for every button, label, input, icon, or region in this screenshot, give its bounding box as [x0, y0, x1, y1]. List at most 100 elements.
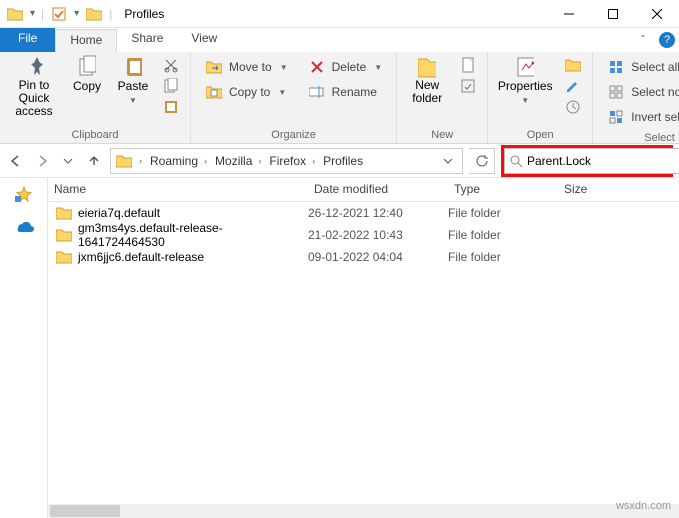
help-button[interactable]: ? — [655, 28, 679, 52]
help-icon: ? — [659, 32, 675, 48]
address-dropdown-icon[interactable] — [438, 156, 458, 166]
item-type: File folder — [448, 206, 558, 220]
crumb-sep-root[interactable]: › — [135, 156, 146, 166]
paste-shortcut-icon[interactable] — [162, 98, 180, 116]
qat-dropdown-icon[interactable]: ▾ — [30, 8, 35, 19]
history-icon[interactable] — [564, 98, 582, 116]
tab-view[interactable]: View — [177, 28, 231, 52]
clipboard-group-label: Clipboard — [6, 127, 184, 143]
open-icon[interactable] — [564, 56, 582, 74]
refresh-button[interactable] — [469, 148, 495, 174]
address-bar[interactable]: › Roaming› Mozilla› Firefox› Profiles — [110, 148, 463, 174]
column-type[interactable]: Type — [448, 178, 558, 201]
column-date[interactable]: Date modified — [308, 178, 448, 201]
checkbox-icon[interactable] — [50, 5, 68, 23]
item-type: File folder — [448, 250, 558, 264]
copy-path-icon[interactable] — [162, 77, 180, 95]
search-input[interactable] — [527, 149, 679, 173]
search-highlight: ✕ — [501, 145, 673, 177]
item-date: 21-02-2022 10:43 — [308, 228, 448, 242]
qat-separator2: | — [109, 7, 112, 21]
open-group-label: Open — [494, 127, 586, 143]
organize-group-label: Organize — [197, 127, 390, 143]
forward-button[interactable] — [32, 151, 52, 171]
properties-icon — [516, 58, 534, 76]
quick-access-star-icon[interactable] — [15, 186, 33, 204]
crumb-profiles[interactable]: Profiles — [321, 154, 365, 168]
select-all-button[interactable]: Select all — [603, 56, 679, 78]
main-area: Name Date modified Type Size eieria7q.de… — [0, 178, 679, 518]
item-name: jxm6jjc6.default-release — [78, 250, 204, 264]
ribbon-group-select: Select all Select none Invert selection … — [593, 52, 679, 143]
window-title: Profiles — [118, 7, 547, 21]
navigation-pane[interactable] — [0, 178, 48, 518]
folder-icon — [56, 250, 72, 264]
move-to-button[interactable]: Move to▼ — [201, 56, 292, 78]
scrollbar-thumb[interactable] — [50, 505, 120, 517]
collapse-ribbon-button[interactable]: ˆ — [631, 28, 655, 52]
delete-button[interactable]: Delete▼ — [304, 56, 387, 78]
folder-icon — [56, 228, 72, 242]
item-date: 09-01-2022 04:04 — [308, 250, 448, 264]
maximize-button[interactable] — [591, 0, 635, 28]
copy-icon — [78, 58, 96, 76]
up-button[interactable] — [84, 151, 104, 171]
paste-icon — [124, 58, 142, 76]
invert-selection-button[interactable]: Invert selection — [603, 106, 679, 128]
file-list-pane: Name Date modified Type Size eieria7q.de… — [48, 178, 679, 518]
item-type: File folder — [448, 228, 558, 242]
list-item[interactable]: gm3ms4ys.default-release-1641724464530 2… — [48, 224, 679, 246]
easy-access-icon[interactable] — [459, 77, 477, 95]
new-folder-label: New folder — [409, 79, 445, 105]
ribbon: Pin to Quick access Copy Paste ▼ Clipboa… — [0, 52, 679, 144]
select-none-label: Select none — [631, 85, 679, 99]
new-folder-icon — [418, 58, 436, 76]
navigation-bar: › Roaming› Mozilla› Firefox› Profiles ✕ — [0, 144, 679, 178]
new-item-icon[interactable] — [459, 56, 477, 74]
copy-to-button[interactable]: Copy to▼ — [201, 81, 292, 103]
window-buttons — [547, 0, 679, 28]
select-none-button[interactable]: Select none — [603, 81, 679, 103]
list-item[interactable]: jxm6jjc6.default-release 09-01-2022 04:0… — [48, 246, 679, 268]
ribbon-group-clipboard: Pin to Quick access Copy Paste ▼ Clipboa… — [0, 52, 191, 143]
copy-to-label: Copy to — [229, 85, 270, 99]
rename-button[interactable]: Rename — [304, 81, 387, 103]
new-folder-button[interactable]: New folder — [403, 54, 451, 105]
rename-label: Rename — [332, 85, 377, 99]
back-button[interactable] — [6, 151, 26, 171]
crumb-roaming[interactable]: Roaming› — [148, 154, 211, 168]
move-to-label: Move to — [229, 60, 272, 74]
onedrive-icon[interactable] — [14, 218, 34, 232]
item-name: gm3ms4ys.default-release-1641724464530 — [78, 221, 308, 249]
properties-button[interactable]: Properties ▼ — [494, 54, 556, 105]
tab-home[interactable]: Home — [55, 29, 117, 53]
column-name[interactable]: Name — [48, 178, 308, 201]
quick-access-toolbar: ▾ | ▾ | — [0, 5, 118, 23]
recent-locations-button[interactable] — [58, 151, 78, 171]
paste-button[interactable]: Paste ▼ — [112, 54, 154, 105]
crumb-firefox[interactable]: Firefox› — [267, 154, 319, 168]
qat-dropdown2-icon[interactable]: ▾ — [74, 8, 79, 19]
tab-file[interactable]: File — [0, 28, 55, 52]
close-button[interactable] — [635, 0, 679, 28]
search-box[interactable]: ✕ — [504, 148, 679, 174]
copy-button[interactable]: Copy — [66, 54, 108, 93]
item-name: eieria7q.default — [78, 206, 160, 220]
cut-icon[interactable] — [162, 56, 180, 74]
copy-label: Copy — [73, 79, 101, 93]
minimize-button[interactable] — [547, 0, 591, 28]
watermark: wsxdn.com — [616, 500, 671, 512]
folder-small-icon — [85, 5, 103, 23]
column-size[interactable]: Size — [558, 178, 679, 201]
paste-label: Paste — [118, 79, 149, 93]
edit-icon[interactable] — [564, 77, 582, 95]
tab-share[interactable]: Share — [117, 28, 177, 52]
horizontal-scrollbar[interactable] — [48, 504, 679, 518]
select-none-icon — [607, 83, 625, 101]
properties-label: Properties — [498, 79, 553, 93]
invert-label: Invert selection — [631, 110, 679, 124]
crumb-mozilla[interactable]: Mozilla› — [213, 154, 265, 168]
delete-label: Delete — [332, 60, 367, 74]
select-all-label: Select all — [631, 60, 679, 74]
pin-to-quick-access-button[interactable]: Pin to Quick access — [6, 54, 62, 119]
